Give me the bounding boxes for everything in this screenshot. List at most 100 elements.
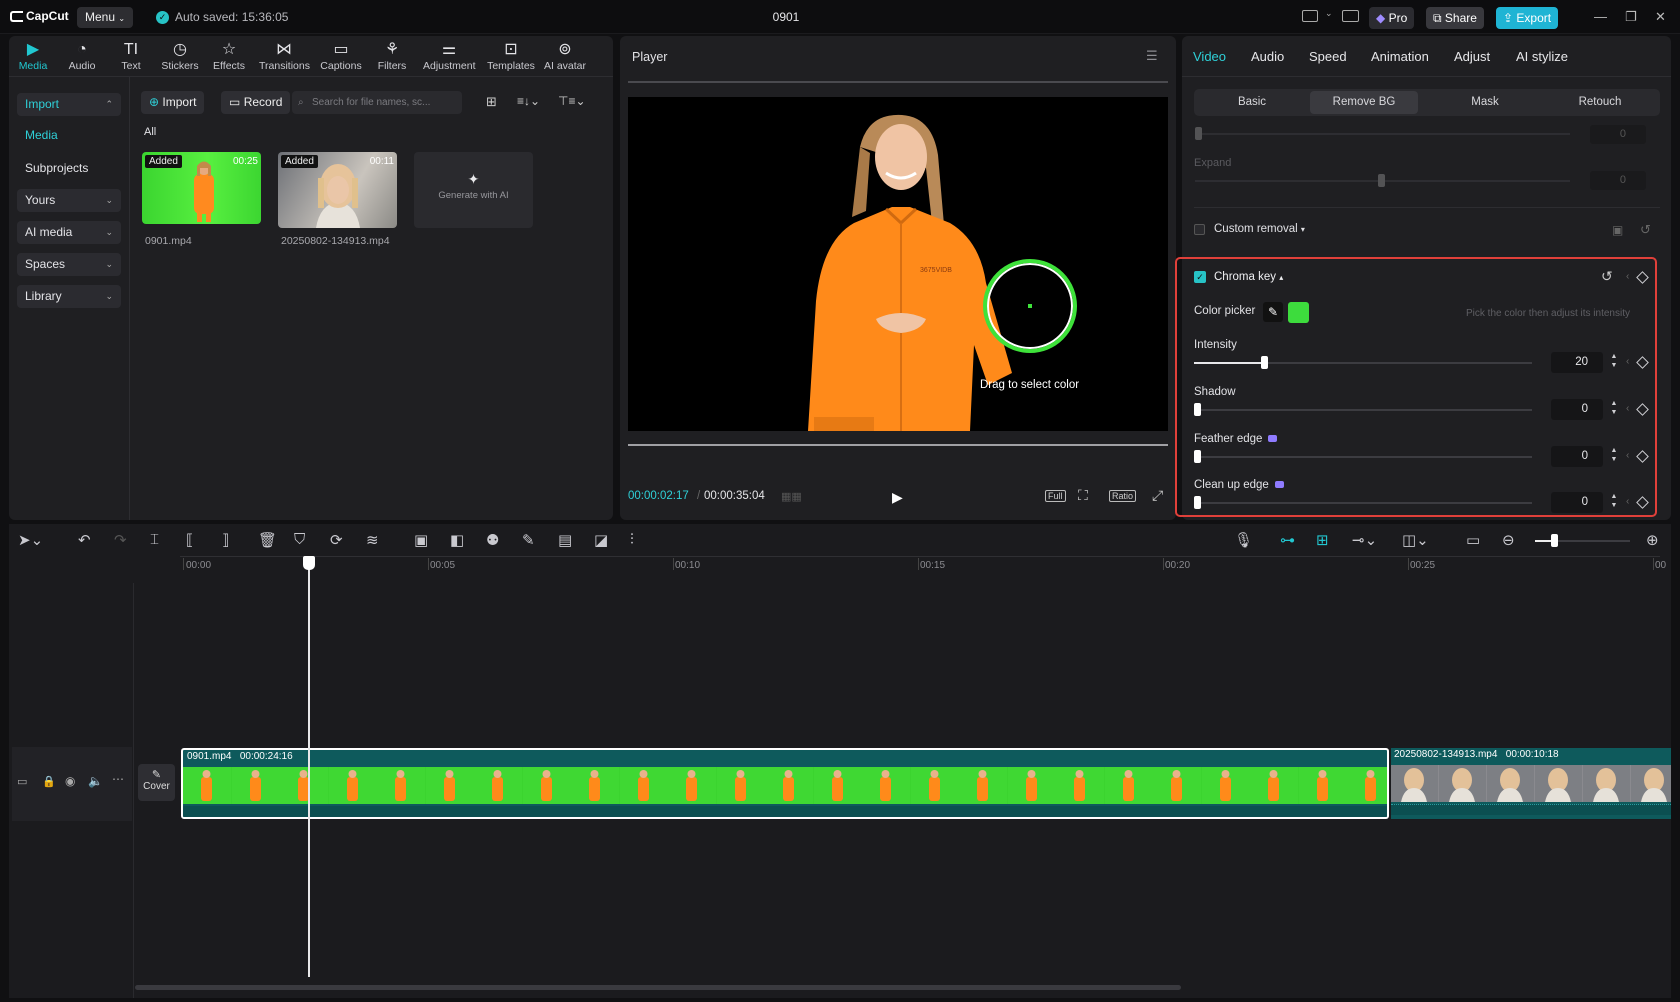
eyedropper-icon[interactable]: ✎	[1263, 302, 1283, 322]
prev-keyframe-icon[interactable]: ‹	[1626, 271, 1629, 282]
speed-icon[interactable]: ≋	[366, 531, 379, 549]
link-icon[interactable]: ⊸⌄	[1352, 531, 1377, 549]
export-button[interactable]: ⇪ Export	[1496, 7, 1558, 29]
split-icon[interactable]: ⌶	[150, 531, 159, 548]
color-picker-loupe[interactable]	[983, 259, 1077, 353]
zoom-in-icon[interactable]: ⊕	[1646, 531, 1659, 549]
media-thumb-20250802[interactable]: Added 00:11	[278, 152, 397, 228]
prev-keyframe-icon[interactable]: ‹	[1626, 356, 1629, 367]
split-left-icon[interactable]: ⟦	[186, 531, 193, 549]
cleanup-value[interactable]: 0	[1551, 492, 1603, 513]
cleanup-slider[interactable]	[1194, 502, 1532, 504]
full-button[interactable]: Full	[1045, 490, 1066, 502]
prev-keyframe-icon[interactable]: ‹	[1626, 496, 1629, 507]
keyboard-icon[interactable]	[1342, 10, 1359, 22]
minimize-icon[interactable]: —	[1594, 9, 1607, 24]
stepper-icon[interactable]: ▲▼	[1608, 399, 1620, 420]
feather-slider[interactable]	[1194, 456, 1532, 458]
tool-stickers[interactable]: ◷Stickers	[155, 40, 205, 72]
stepper-icon[interactable]: ▲▼	[1608, 446, 1620, 467]
intensity-value[interactable]: 20	[1551, 352, 1603, 373]
slider-knob[interactable]	[1261, 356, 1268, 369]
mirror-icon[interactable]: ◧	[450, 531, 464, 549]
magic-wand-icon[interactable]: ✎	[522, 531, 535, 549]
chroma-key-label[interactable]: Chroma key ▴	[1214, 271, 1283, 283]
caption-icon[interactable]: ▭	[1466, 531, 1480, 549]
share-button[interactable]: ⧉ Share	[1426, 7, 1484, 29]
sidebar-import[interactable]: Import⌃	[17, 93, 121, 116]
playhead-handle[interactable]	[303, 556, 315, 570]
generate-with-ai-card[interactable]: ✦ Generate with AI	[414, 152, 533, 228]
layout-icon[interactable]	[1302, 10, 1318, 22]
pro-button[interactable]: ◆ Pro	[1369, 7, 1414, 29]
player-progress[interactable]	[628, 444, 1168, 446]
player-menu-icon[interactable]: ☰	[1146, 48, 1158, 64]
undo-icon[interactable]: ↶	[78, 531, 91, 549]
redo-icon[interactable]: ↷	[114, 531, 127, 549]
top-slider[interactable]	[1195, 133, 1570, 135]
auto-snap-icon[interactable]: ⊞	[1316, 531, 1329, 549]
sidebar-ai-media[interactable]: AI media⌄	[17, 221, 121, 244]
subtab-basic[interactable]: Basic	[1198, 91, 1306, 114]
tool-effects[interactable]: ☆Effects	[204, 40, 254, 72]
clip-20250802[interactable]: 20250802-134913.mp4 00:00:10:18	[1391, 748, 1671, 819]
volume-icon[interactable]: 🔈	[88, 774, 103, 788]
sidebar-spaces[interactable]: Spaces⌄	[17, 253, 121, 276]
tool-templates[interactable]: ⊡Templates	[486, 40, 536, 72]
slider-knob[interactable]	[1551, 534, 1558, 547]
timeline-scrollbar[interactable]	[135, 985, 1181, 990]
sort-icon[interactable]: ≡↓⌄	[517, 94, 540, 108]
cutout-icon[interactable]: ⚉	[486, 531, 499, 549]
tool-adjustment[interactable]: ⚌Adjustment	[423, 40, 475, 72]
delete-icon[interactable]: 🗑	[258, 531, 277, 549]
slider-knob[interactable]	[1378, 174, 1385, 187]
tab-speed[interactable]: Speed	[1309, 49, 1347, 64]
more-icon[interactable]: ⋯	[112, 772, 124, 786]
tab-animation[interactable]: Animation	[1371, 49, 1429, 64]
tool-text[interactable]: TIText	[106, 40, 156, 72]
video-canvas[interactable]: 3675VIDB Drag to select color	[628, 97, 1168, 431]
timeline-grid-icon[interactable]: ▦▦	[781, 490, 802, 503]
slider-knob[interactable]	[1195, 127, 1202, 140]
tab-ai-stylize[interactable]: AI stylize	[1516, 49, 1568, 64]
record-button[interactable]: ▭ Record	[221, 91, 290, 114]
zoom-out-icon[interactable]: ⊖	[1502, 531, 1515, 549]
magnet-link-icon[interactable]: ⊶	[1280, 531, 1295, 549]
restore-icon[interactable]: ❐	[1625, 9, 1637, 25]
filter-icon[interactable]: ⊤≡⌄	[558, 94, 586, 108]
tool-ai-avatar[interactable]: ⊚AI avatar	[540, 40, 590, 72]
sidebar-library[interactable]: Library⌄	[17, 285, 121, 308]
tab-video[interactable]: Video	[1193, 49, 1226, 64]
tab-audio[interactable]: Audio	[1251, 49, 1284, 64]
sidebar-media[interactable]: Media	[17, 124, 121, 147]
expand-value[interactable]: 0	[1590, 171, 1646, 190]
clip-0901[interactable]: 0901.mp4 00:00:24:16	[181, 748, 1389, 819]
audio-wave-icon[interactable]: ⫶	[630, 531, 634, 548]
play-icon[interactable]: ▶	[892, 489, 903, 506]
freeze-icon[interactable]: ◪	[594, 531, 608, 549]
reset-icon[interactable]: ↺	[1601, 268, 1613, 285]
subtab-remove-bg[interactable]: Remove BG	[1310, 91, 1418, 114]
shadow-value[interactable]: 0	[1551, 399, 1603, 420]
grid-view-icon[interactable]: ⊞	[486, 94, 497, 110]
subtab-retouch[interactable]: Retouch	[1546, 91, 1654, 114]
zoom-fit-icon[interactable]: ⛶	[1078, 487, 1088, 504]
marker-icon[interactable]: ⛉	[294, 531, 305, 548]
reset-icon[interactable]: ↺	[1640, 222, 1651, 238]
add-media-icon[interactable]: ▣	[414, 531, 428, 549]
split-right-icon[interactable]: ⟧	[222, 531, 229, 549]
eye-icon[interactable]: ◉	[65, 774, 75, 788]
tool-transitions[interactable]: ⋈Transitions	[259, 40, 309, 72]
fullscreen-icon[interactable]: ⤢	[1152, 487, 1163, 504]
subtab-mask[interactable]: Mask	[1431, 91, 1539, 114]
stepper-icon[interactable]: ▲▼	[1608, 492, 1620, 513]
stepper-icon[interactable]: ▲▼	[1608, 352, 1620, 373]
tool-filters[interactable]: ⚘Filters	[367, 40, 417, 72]
intensity-slider[interactable]	[1194, 362, 1532, 364]
track-thumbnail-icon[interactable]: ▭	[17, 775, 27, 788]
close-icon[interactable]: ✕	[1655, 9, 1666, 25]
custom-removal-checkbox[interactable]	[1194, 224, 1205, 235]
search-input[interactable]: ⌕ Search for file names, sc...	[292, 91, 462, 114]
slider-knob[interactable]	[1194, 403, 1201, 416]
sidebar-subprojects[interactable]: Subprojects	[17, 157, 121, 180]
